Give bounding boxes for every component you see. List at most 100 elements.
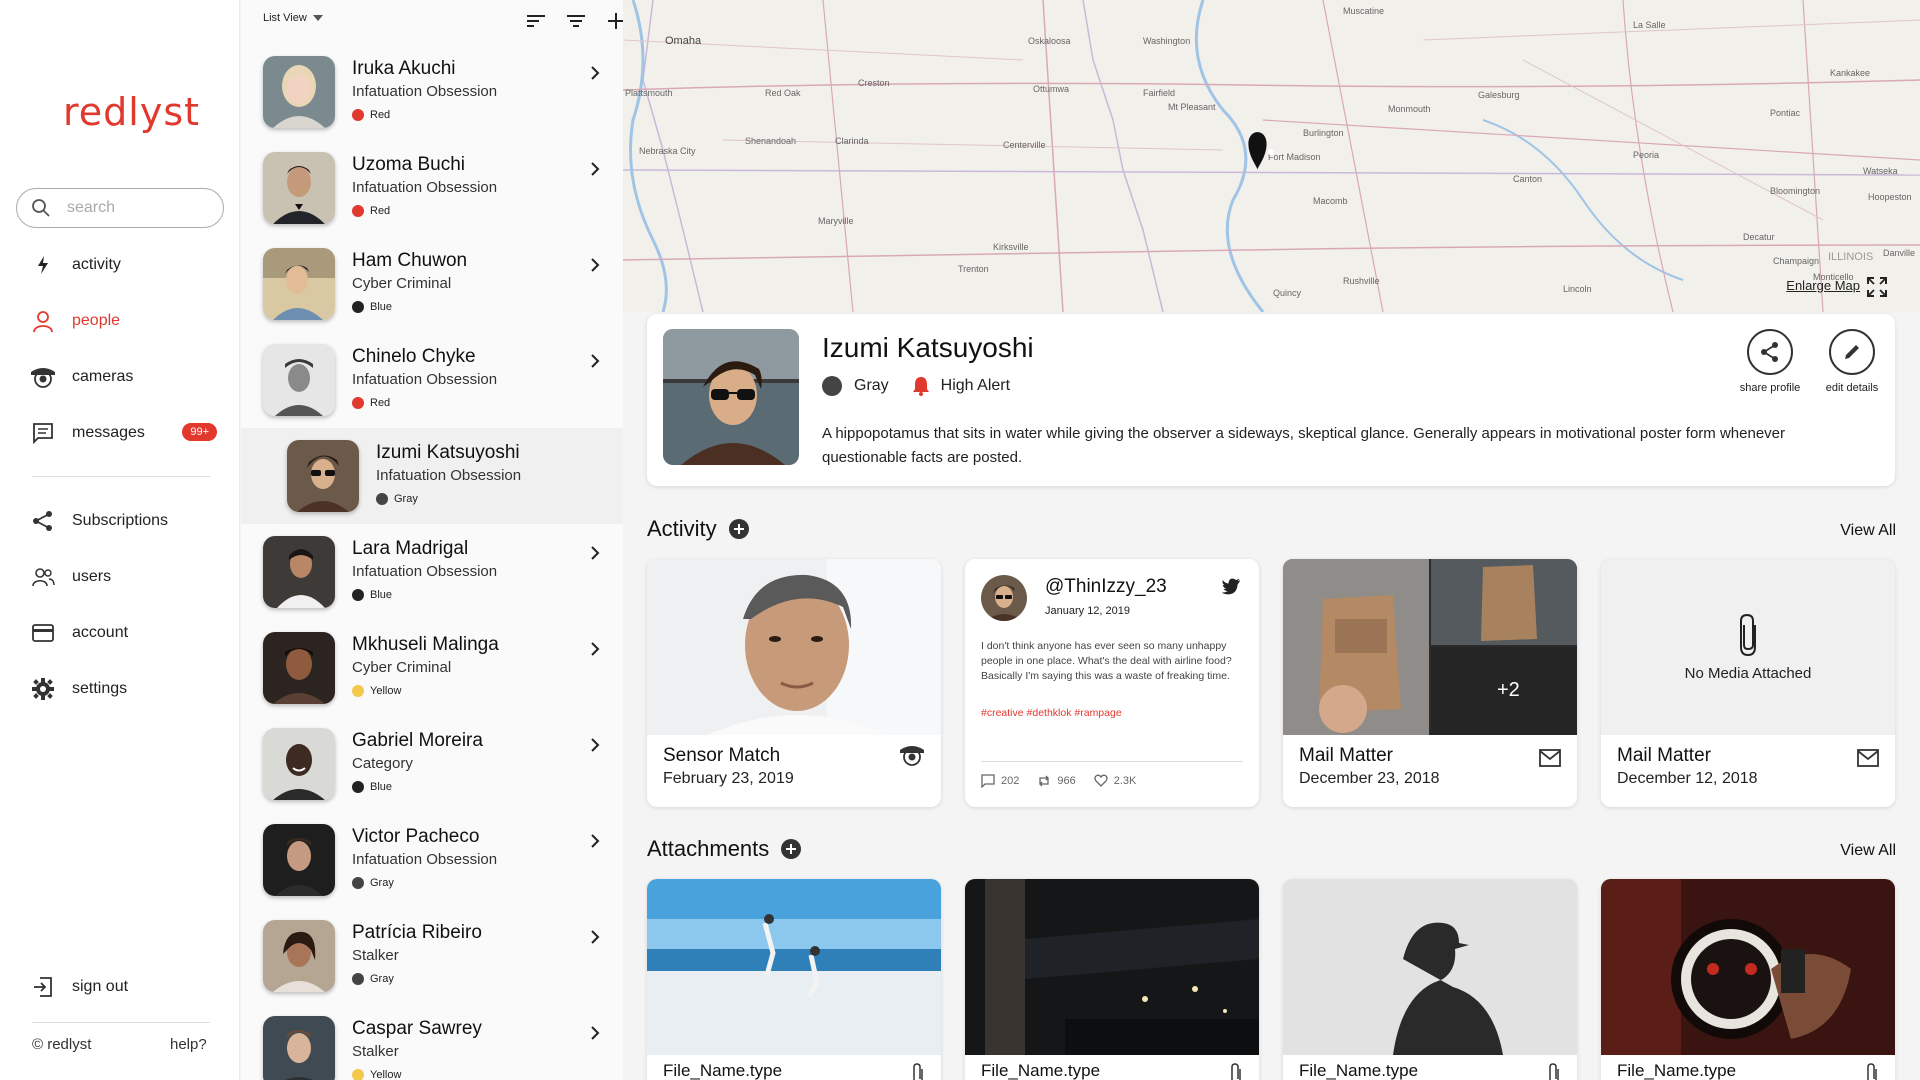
mail-photos: +2	[1283, 559, 1577, 735]
brand-logo[interactable]: redlyst	[63, 90, 200, 134]
mail-matter-card[interactable]: No Media Attached Mail Matter December 1…	[1601, 559, 1895, 807]
retweet-icon	[1039, 775, 1050, 787]
person-name: Ham Chuwon	[352, 250, 468, 271]
nav-item-activity[interactable]: activity	[30, 250, 220, 280]
nav-item-cameras[interactable]: cameras	[30, 362, 220, 392]
list-view-label: List View	[263, 12, 307, 24]
tag-dot	[352, 301, 364, 313]
list-item[interactable]: Victor Pacheco Infatuation Obsession Gra…	[241, 824, 623, 920]
svg-text:La Salle: La Salle	[1633, 20, 1666, 30]
nav-item-users[interactable]: users	[30, 562, 220, 592]
card-date: December 23, 2018	[1299, 770, 1440, 787]
nav-label: Subscriptions	[72, 512, 169, 529]
attachment-name: File_Name.type	[981, 1061, 1101, 1080]
retweet-stat[interactable]: 966	[1037, 774, 1076, 788]
activity-view-all[interactable]: View All	[1840, 522, 1896, 540]
svg-text:Monmouth: Monmouth	[1388, 104, 1431, 114]
map-canvas[interactable]: Omaha Plattsmouth Red Oak Creston Washin…	[623, 0, 1920, 312]
list-item[interactable]: Ham Chuwon Cyber Criminal Blue	[241, 248, 623, 344]
avatar	[263, 824, 335, 896]
svg-text:Canton: Canton	[1513, 174, 1542, 184]
person-tag: Red	[352, 205, 390, 217]
list-item[interactable]: Iruka Akuchi Infatuation Obsession Red	[241, 56, 623, 152]
list-item[interactable]: Lara Madrigal Infatuation Obsession Blue	[241, 536, 623, 632]
list-view-dropdown[interactable]: List View	[263, 12, 323, 24]
list-item[interactable]: Chinelo Chyke Infatuation Obsession Red	[241, 344, 623, 440]
nav-item-messages[interactable]: messages 99+	[30, 418, 220, 448]
person-name: Victor Pacheco	[352, 826, 480, 847]
camera-icon	[900, 746, 924, 766]
tweet-text: I don't think anyone has ever seen so ma…	[981, 640, 1232, 682]
list-item[interactable]: Gabriel Moreira Category Blue	[241, 728, 623, 824]
profile-name: Izumi Katsuyoshi	[822, 332, 1034, 363]
sensor-match-card[interactable]: Sensor Match February 23, 2019	[647, 559, 941, 807]
enlarge-map-link[interactable]: Enlarge Map	[1786, 278, 1860, 293]
tweet-hashtags[interactable]: #creative #dethklok #rampage	[981, 707, 1122, 719]
add-activity-button[interactable]	[728, 519, 749, 539]
svg-text:Kirksville: Kirksville	[993, 242, 1029, 252]
list-item[interactable]: Caspar Sawrey Stalker Yellow	[241, 1016, 623, 1080]
nav-item-account[interactable]: account	[30, 618, 220, 648]
person-tag: Yellow	[352, 685, 401, 697]
pencil-icon	[1845, 345, 1859, 359]
edit-details-button[interactable]	[1829, 329, 1875, 375]
nav-item-settings[interactable]: settings	[30, 674, 220, 704]
person-name: Gabriel Moreira	[352, 730, 483, 751]
attachment-card[interactable]: File_Name.type	[1283, 879, 1577, 1080]
plus-icon	[733, 524, 744, 534]
comment-count: 202	[1001, 775, 1020, 787]
attachments-section-title: Attachments	[647, 836, 802, 862]
avatar	[263, 728, 335, 800]
nav-item-people[interactable]: people	[30, 306, 220, 336]
svg-text:Rushville: Rushville	[1343, 276, 1380, 286]
person-name: Caspar Sawrey	[352, 1018, 482, 1039]
map-view[interactable]: Omaha Plattsmouth Red Oak Creston Washin…	[623, 0, 1920, 312]
twitter-icon	[1221, 578, 1241, 595]
list-item-selected[interactable]: Izumi Katsuyoshi Infatuation Obsession G…	[241, 428, 623, 524]
bolt-icon	[30, 252, 56, 278]
filter-icon[interactable]	[565, 10, 587, 32]
avatar	[263, 632, 335, 704]
list-item[interactable]: Uzoma Buchi Infatuation Obsession Red	[241, 152, 623, 248]
svg-text:Galesburg: Galesburg	[1478, 90, 1520, 100]
help-link[interactable]: help?	[170, 1036, 207, 1053]
nav-item-subscriptions[interactable]: Subscriptions	[30, 506, 220, 536]
list-item[interactable]: Mkhuseli Malinga Cyber Criminal Yellow	[241, 632, 623, 728]
divider	[32, 1022, 210, 1023]
expand-icon[interactable]	[1866, 276, 1888, 298]
attachment-card[interactable]: File_Name.type	[1601, 879, 1895, 1080]
like-stat[interactable]: 2.3K	[1094, 774, 1136, 788]
sort-icon[interactable]	[525, 10, 547, 32]
add-icon[interactable]	[605, 10, 623, 32]
attachment-card[interactable]: File_Name.type	[647, 879, 941, 1080]
person-icon	[30, 308, 56, 334]
mail-matter-card[interactable]: +2 Mail Matter December 23, 2018	[1283, 559, 1577, 807]
attachments-view-all[interactable]: View All	[1840, 842, 1896, 860]
add-attachment-button[interactable]	[781, 839, 802, 859]
person-role: Stalker	[352, 947, 399, 964]
tweet-stats: 202 966 2.3K	[981, 774, 1136, 788]
tweet-card[interactable]: @ThinIzzy_23 January 12, 2019 I don't th…	[965, 559, 1259, 807]
person-role: Category	[352, 755, 413, 772]
tag-dot	[352, 781, 364, 793]
signout-button[interactable]: sign out	[30, 972, 220, 1002]
person-tag: Yellow	[352, 1069, 401, 1080]
card-date: February 23, 2019	[663, 770, 794, 787]
search-box[interactable]	[16, 188, 224, 228]
nav-label: settings	[72, 680, 128, 697]
comment-stat[interactable]: 202	[981, 774, 1019, 788]
search-input[interactable]	[67, 199, 207, 217]
chevron-right-icon	[591, 834, 600, 848]
chevron-right-icon	[591, 258, 600, 272]
person-tag: Gray	[376, 493, 418, 505]
svg-text:Fort Madison: Fort Madison	[1268, 152, 1321, 162]
no-media-placeholder: No Media Attached	[1601, 559, 1895, 735]
person-role: Infatuation Obsession	[352, 563, 498, 580]
attachment-name: File_Name.type	[1299, 1061, 1419, 1080]
attachment-card[interactable]: File_Name.type	[965, 879, 1259, 1080]
camera-icon	[30, 364, 56, 390]
tag-label: Yellow	[370, 685, 402, 697]
share-profile-button[interactable]	[1747, 329, 1793, 375]
attachments-title: Attachments	[647, 836, 770, 861]
list-item[interactable]: Patrícia Ribeiro Stalker Gray	[241, 920, 623, 1016]
